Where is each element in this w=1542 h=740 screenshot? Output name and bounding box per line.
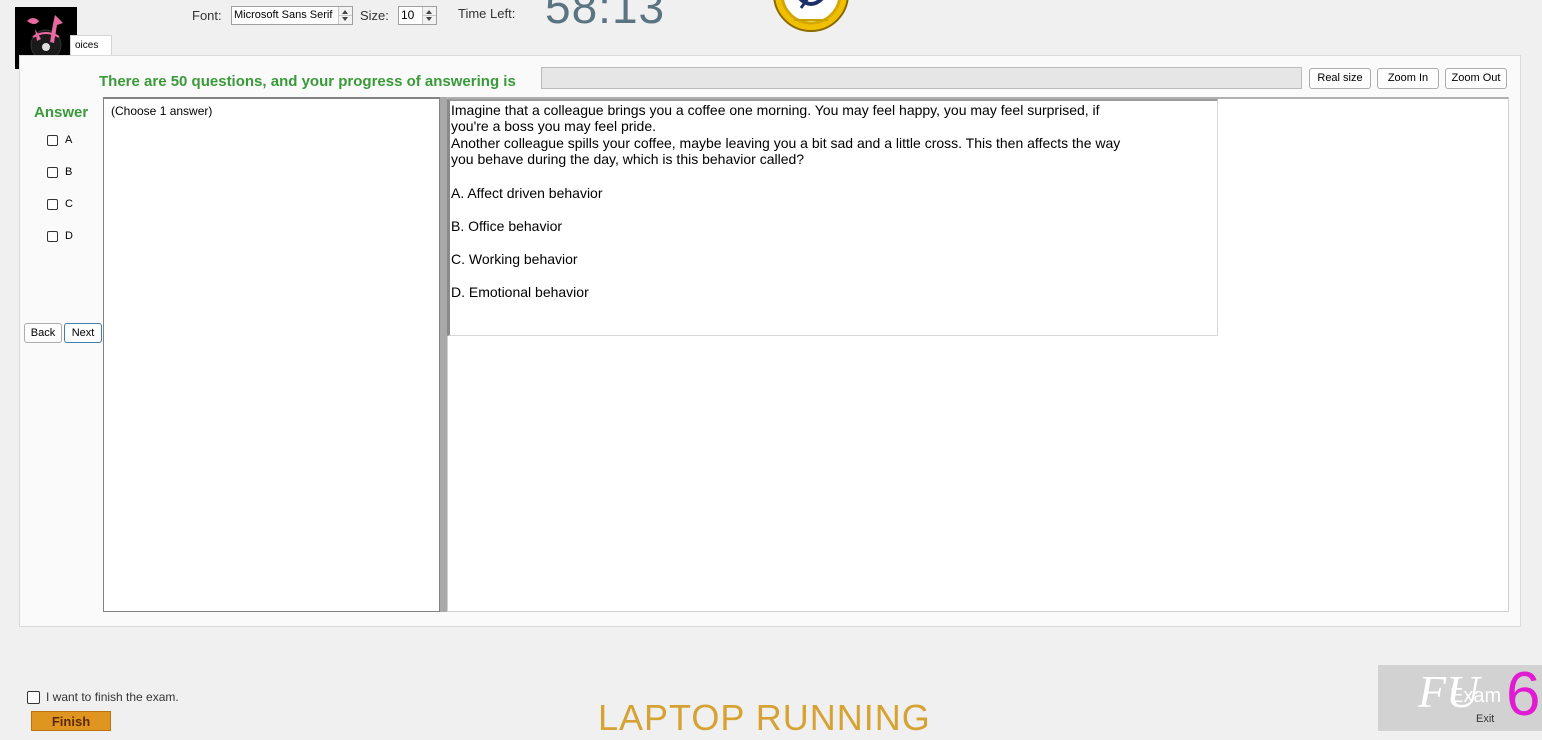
finish-confirm-label: I want to finish the exam. [46,690,179,704]
font-select[interactable]: Microsoft Sans Serif [231,6,353,25]
font-label: Font: [192,8,222,23]
progress-text: There are 50 questions, and your progres… [99,73,516,90]
font-spinner[interactable] [338,7,352,24]
time-left-label: Time Left: [458,6,516,21]
checkbox[interactable] [47,230,58,242]
question-option-d: D. Emotional behavior [451,284,589,300]
size-label: Size: [360,8,389,23]
question-line: Another colleague spills your coffee, ma… [451,135,1121,151]
question-line: Imagine that a colleague brings you a co… [451,102,1100,118]
down-arrow-icon[interactable] [426,17,432,21]
choice-label: A [65,134,73,146]
crest-icon [772,0,850,32]
question-line: you're a boss you may feel pride. [451,118,657,134]
question-option-c: C. Working behavior [451,251,578,267]
tab-choices[interactable]: oices [70,35,112,55]
size-stepper[interactable]: 10 [398,6,437,25]
next-button[interactable]: Next [64,323,102,343]
progress-bar [541,67,1302,89]
size-spinner[interactable] [422,7,436,24]
question-option-a: A. Affect driven behavior [451,185,603,201]
back-button[interactable]: Back [24,323,62,343]
size-value: 10 [401,8,415,22]
up-arrow-icon[interactable] [342,10,348,14]
real-size-button[interactable]: Real size [1309,68,1371,89]
up-arrow-icon[interactable] [426,10,432,14]
choice-label: D [65,230,73,242]
checkbox[interactable] [47,134,58,146]
answer-title: Answer [34,104,89,121]
status-text: LAPTOP RUNNING [598,697,931,738]
checkbox[interactable] [47,198,58,210]
finish-button[interactable]: Finish [31,711,111,731]
zoom-out-button[interactable]: Zoom Out [1445,68,1507,89]
exit-button[interactable]: FU Exam Exit 6 [1378,660,1542,731]
time-left-value: 58:13 [545,0,666,33]
down-arrow-icon[interactable] [342,17,348,21]
splitter[interactable] [440,97,447,612]
choose-hint: (Choose 1 answer) [111,104,213,118]
font-value: Microsoft Sans Serif [234,9,333,21]
version-number: 6 [1506,660,1541,729]
choose-panel: (Choose 1 answer) [103,97,440,612]
choice-label: B [65,166,73,178]
checkbox[interactable] [47,166,58,178]
exam-label: Exam [1450,685,1502,707]
choice-c[interactable]: C [47,196,73,212]
choice-label: C [65,198,73,210]
finish-confirm[interactable]: I want to finish the exam. [27,690,179,704]
choice-a[interactable]: A [47,132,72,148]
choice-d[interactable]: D [47,228,73,244]
question-line: you behave during the day, which is this… [451,151,805,167]
question-option-b: B. Office behavior [451,218,563,234]
finish-checkbox[interactable] [27,690,40,704]
choice-b[interactable]: B [47,164,72,180]
zoom-in-button[interactable]: Zoom In [1377,68,1439,89]
exit-label: Exit [1476,713,1495,725]
